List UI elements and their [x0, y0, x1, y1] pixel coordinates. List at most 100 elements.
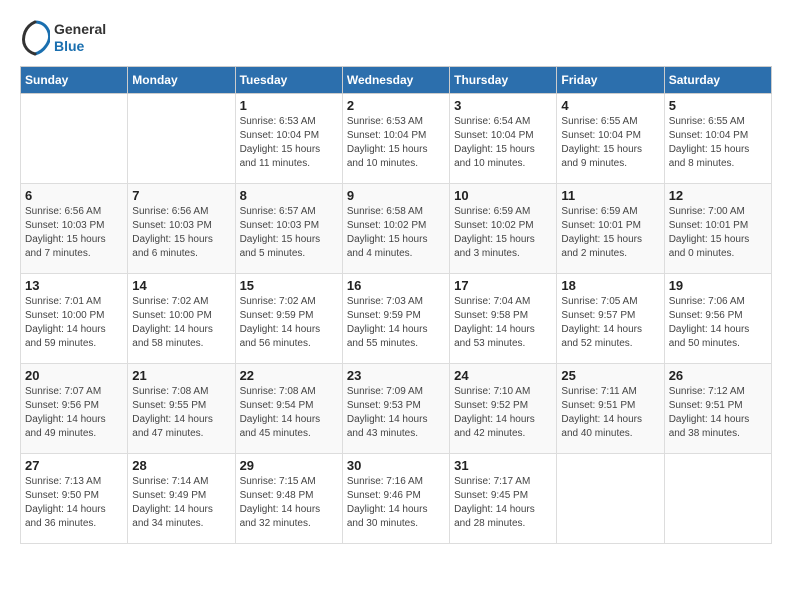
day-info: Sunrise: 6:55 AM Sunset: 10:04 PM Daylig…	[561, 115, 659, 171]
day-number: 9	[347, 188, 445, 203]
day-number: 20	[25, 368, 123, 383]
day-number: 13	[25, 278, 123, 293]
day-number: 3	[454, 98, 552, 113]
day-number: 12	[669, 188, 767, 203]
logo-text: GeneralBlue	[54, 21, 106, 55]
day-cell: 11 Sunrise: 6:59 AM Sunset: 10:01 PM Dayl…	[557, 184, 664, 274]
day-info: Sunrise: 7:02 AM Sunset: 9:59 PM Dayligh…	[240, 295, 338, 351]
weekday-header-saturday: Saturday	[664, 67, 771, 94]
day-info: Sunrise: 7:08 AM Sunset: 9:54 PM Dayligh…	[240, 385, 338, 441]
day-info: Sunrise: 7:04 AM Sunset: 9:58 PM Dayligh…	[454, 295, 552, 351]
day-number: 16	[347, 278, 445, 293]
day-info: Sunrise: 6:57 AM Sunset: 10:03 PM Daylig…	[240, 205, 338, 261]
day-number: 25	[561, 368, 659, 383]
day-cell: 18 Sunrise: 7:05 AM Sunset: 9:57 PM Dayli…	[557, 274, 664, 364]
day-cell: 6Sunrise: 6:56 AM Sunset: 10:03 PM Dayli…	[21, 184, 128, 274]
day-info: Sunrise: 6:56 AM Sunset: 10:03 PM Daylig…	[132, 205, 230, 261]
day-info: Sunrise: 7:03 AM Sunset: 9:59 PM Dayligh…	[347, 295, 445, 351]
day-number: 21	[132, 368, 230, 383]
day-info: Sunrise: 6:59 AM Sunset: 10:01 PM Daylig…	[561, 205, 659, 261]
day-info: Sunrise: 7:15 AM Sunset: 9:48 PM Dayligh…	[240, 475, 338, 531]
weekday-header-friday: Friday	[557, 67, 664, 94]
day-number: 10	[454, 188, 552, 203]
day-cell: 19 Sunrise: 7:06 AM Sunset: 9:56 PM Dayli…	[664, 274, 771, 364]
logo: GeneralBlue	[20, 20, 106, 56]
day-cell: 31 Sunrise: 7:17 AM Sunset: 9:45 PM Dayli…	[450, 454, 557, 544]
day-info: Sunrise: 7:17 AM Sunset: 9:45 PM Dayligh…	[454, 475, 552, 531]
day-info: Sunrise: 6:53 AM Sunset: 10:04 PM Daylig…	[240, 115, 338, 171]
day-number: 26	[669, 368, 767, 383]
day-info: Sunrise: 6:55 AM Sunset: 10:04 PM Daylig…	[669, 115, 767, 171]
page-header: GeneralBlue	[20, 20, 772, 56]
day-cell: 12 Sunrise: 7:00 AM Sunset: 10:01 PM Dayl…	[664, 184, 771, 274]
weekday-header-monday: Monday	[128, 67, 235, 94]
day-info: Sunrise: 7:09 AM Sunset: 9:53 PM Dayligh…	[347, 385, 445, 441]
day-number: 29	[240, 458, 338, 473]
day-number: 27	[25, 458, 123, 473]
day-info: Sunrise: 7:01 AM Sunset: 10:00 PM Daylig…	[25, 295, 123, 351]
day-cell: 1Sunrise: 6:53 AM Sunset: 10:04 PM Dayli…	[235, 94, 342, 184]
day-number: 11	[561, 188, 659, 203]
day-cell: 23 Sunrise: 7:09 AM Sunset: 9:53 PM Dayli…	[342, 364, 449, 454]
day-info: Sunrise: 7:02 AM Sunset: 10:00 PM Daylig…	[132, 295, 230, 351]
day-number: 30	[347, 458, 445, 473]
day-cell: 13 Sunrise: 7:01 AM Sunset: 10:00 PM Dayl…	[21, 274, 128, 364]
day-info: Sunrise: 6:58 AM Sunset: 10:02 PM Daylig…	[347, 205, 445, 261]
week-row-3: 13 Sunrise: 7:01 AM Sunset: 10:00 PM Dayl…	[21, 274, 772, 364]
day-cell: 3 Sunrise: 6:54 AM Sunset: 10:04 PM Dayli…	[450, 94, 557, 184]
day-info: Sunrise: 7:16 AM Sunset: 9:46 PM Dayligh…	[347, 475, 445, 531]
calendar-table: SundayMondayTuesdayWednesdayThursdayFrid…	[20, 66, 772, 544]
day-cell: 8Sunrise: 6:57 AM Sunset: 10:03 PM Dayli…	[235, 184, 342, 274]
day-cell: 26Sunrise: 7:12 AM Sunset: 9:51 PM Dayli…	[664, 364, 771, 454]
day-cell: 20Sunrise: 7:07 AM Sunset: 9:56 PM Dayli…	[21, 364, 128, 454]
day-number: 15	[240, 278, 338, 293]
day-number: 19	[669, 278, 767, 293]
day-info: Sunrise: 6:56 AM Sunset: 10:03 PM Daylig…	[25, 205, 123, 261]
day-number: 31	[454, 458, 552, 473]
day-cell	[557, 454, 664, 544]
day-cell: 14 Sunrise: 7:02 AM Sunset: 10:00 PM Dayl…	[128, 274, 235, 364]
day-number: 5	[669, 98, 767, 113]
day-cell: 27 Sunrise: 7:13 AM Sunset: 9:50 PM Dayli…	[21, 454, 128, 544]
day-cell: 28Sunrise: 7:14 AM Sunset: 9:49 PM Dayli…	[128, 454, 235, 544]
day-info: Sunrise: 7:00 AM Sunset: 10:01 PM Daylig…	[669, 205, 767, 261]
day-number: 2	[347, 98, 445, 113]
day-cell: 17Sunrise: 7:04 AM Sunset: 9:58 PM Dayli…	[450, 274, 557, 364]
day-cell	[128, 94, 235, 184]
day-number: 23	[347, 368, 445, 383]
day-cell: 2 Sunrise: 6:53 AM Sunset: 10:04 PM Dayli…	[342, 94, 449, 184]
week-row-5: 27 Sunrise: 7:13 AM Sunset: 9:50 PM Dayli…	[21, 454, 772, 544]
week-row-4: 20Sunrise: 7:07 AM Sunset: 9:56 PM Dayli…	[21, 364, 772, 454]
day-info: Sunrise: 6:59 AM Sunset: 10:02 PM Daylig…	[454, 205, 552, 261]
day-info: Sunrise: 7:05 AM Sunset: 9:57 PM Dayligh…	[561, 295, 659, 351]
weekday-header-row: SundayMondayTuesdayWednesdayThursdayFrid…	[21, 67, 772, 94]
day-number: 24	[454, 368, 552, 383]
day-number: 28	[132, 458, 230, 473]
day-info: Sunrise: 6:53 AM Sunset: 10:04 PM Daylig…	[347, 115, 445, 171]
day-cell: 25 Sunrise: 7:11 AM Sunset: 9:51 PM Dayli…	[557, 364, 664, 454]
day-cell	[21, 94, 128, 184]
day-info: Sunrise: 6:54 AM Sunset: 10:04 PM Daylig…	[454, 115, 552, 171]
weekday-header-thursday: Thursday	[450, 67, 557, 94]
day-cell: 4 Sunrise: 6:55 AM Sunset: 10:04 PM Dayli…	[557, 94, 664, 184]
weekday-header-wednesday: Wednesday	[342, 67, 449, 94]
day-cell: 9 Sunrise: 6:58 AM Sunset: 10:02 PM Dayli…	[342, 184, 449, 274]
day-info: Sunrise: 7:06 AM Sunset: 9:56 PM Dayligh…	[669, 295, 767, 351]
day-number: 18	[561, 278, 659, 293]
day-number: 22	[240, 368, 338, 383]
logo-icon	[20, 20, 50, 56]
day-cell	[664, 454, 771, 544]
day-number: 14	[132, 278, 230, 293]
day-info: Sunrise: 7:08 AM Sunset: 9:55 PM Dayligh…	[132, 385, 230, 441]
weekday-header-tuesday: Tuesday	[235, 67, 342, 94]
week-row-2: 6Sunrise: 6:56 AM Sunset: 10:03 PM Dayli…	[21, 184, 772, 274]
day-cell: 21 Sunrise: 7:08 AM Sunset: 9:55 PM Dayli…	[128, 364, 235, 454]
day-number: 4	[561, 98, 659, 113]
weekday-header-sunday: Sunday	[21, 67, 128, 94]
day-info: Sunrise: 7:13 AM Sunset: 9:50 PM Dayligh…	[25, 475, 123, 531]
day-info: Sunrise: 7:11 AM Sunset: 9:51 PM Dayligh…	[561, 385, 659, 441]
day-cell: 10 Sunrise: 6:59 AM Sunset: 10:02 PM Dayl…	[450, 184, 557, 274]
day-cell: 15 Sunrise: 7:02 AM Sunset: 9:59 PM Dayli…	[235, 274, 342, 364]
day-cell: 29 Sunrise: 7:15 AM Sunset: 9:48 PM Dayli…	[235, 454, 342, 544]
day-cell: 22 Sunrise: 7:08 AM Sunset: 9:54 PM Dayli…	[235, 364, 342, 454]
